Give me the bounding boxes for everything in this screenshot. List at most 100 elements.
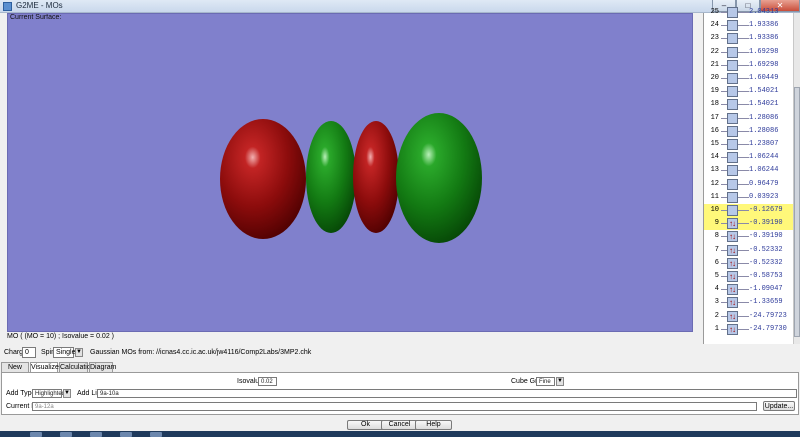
- mo-row[interactable]: 1 ↑↓ -24.79730: [704, 323, 800, 336]
- ok-button[interactable]: Ok: [347, 420, 384, 430]
- mo-connector: [738, 78, 749, 79]
- add-type-dropdown-icon[interactable]: ▼: [63, 389, 71, 398]
- mo-level-box[interactable]: [727, 99, 738, 111]
- mo-list-scrollbar[interactable]: [793, 13, 800, 344]
- mo-row[interactable]: 24 1.93386: [704, 19, 794, 32]
- taskbar-app-icon[interactable]: [30, 432, 42, 437]
- mo-row[interactable]: 5 ↑↓ -0.58753: [704, 270, 800, 283]
- taskbar-app-icon[interactable]: [60, 432, 72, 437]
- orbital-lobe-negative-left: [220, 119, 306, 239]
- mo-level-box[interactable]: ↑↓: [727, 271, 738, 282]
- mo-level-box[interactable]: ↑↓: [727, 231, 738, 243]
- taskbar-app-icon[interactable]: [90, 432, 102, 437]
- current-list-input[interactable]: 9a-12a: [32, 402, 757, 411]
- mo-level-box[interactable]: [727, 59, 738, 71]
- mo-level-box[interactable]: ↑↓: [727, 218, 738, 230]
- window-title: G2ME - MOs: [16, 1, 63, 10]
- mo-energy: -0.12679: [749, 206, 783, 214]
- mo-connector: [738, 91, 749, 93]
- electron-pair-icon: ↑↓: [729, 298, 736, 308]
- mo-level-box[interactable]: [727, 178, 738, 190]
- mo-energy: 1.28086: [749, 126, 779, 135]
- mo-number: 21: [710, 60, 719, 69]
- cancel-button[interactable]: Cancel: [381, 420, 418, 430]
- add-type-select[interactable]: Highlighted: [32, 389, 65, 398]
- mo-row[interactable]: 16 1.28086: [704, 125, 794, 138]
- mo-energy: 1.28086: [749, 113, 779, 122]
- mo-level-box[interactable]: [727, 20, 738, 32]
- mo-level-box[interactable]: [727, 139, 738, 150]
- mo-row[interactable]: 18 1.54021: [704, 98, 794, 111]
- mo-row[interactable]: 19 1.54021: [704, 85, 794, 98]
- mo-connector: [738, 12, 749, 13]
- charge-input[interactable]: 0: [22, 347, 36, 358]
- mo-level-box[interactable]: [727, 73, 738, 84]
- cube-grid-select[interactable]: Fine: [536, 377, 555, 386]
- mo-row[interactable]: 12 0.96479: [704, 178, 800, 191]
- mo-level-box[interactable]: [727, 125, 738, 137]
- cube-grid-dropdown-icon[interactable]: ▼: [556, 377, 564, 386]
- mo-connector: [738, 51, 749, 53]
- mo-number: 12: [710, 179, 719, 188]
- mo-level-box[interactable]: ↑↓: [727, 257, 738, 269]
- taskbar-app-icon[interactable]: [150, 432, 162, 437]
- mo-level-box[interactable]: ↑↓: [727, 284, 738, 296]
- mo-row[interactable]: 15 1.23807: [704, 138, 794, 151]
- help-button[interactable]: Help: [415, 420, 452, 430]
- isovalue-input[interactable]: 0.02: [258, 377, 277, 386]
- mo-row[interactable]: 23 1.93386: [704, 32, 794, 45]
- mo-connector: [738, 210, 749, 211]
- mo-row[interactable]: 11 0.03923: [704, 191, 800, 204]
- mo-level-box[interactable]: [727, 86, 738, 98]
- mo-number: 18: [710, 100, 719, 109]
- mo-row[interactable]: 10 -0.12679: [704, 204, 800, 217]
- tab-calculation[interactable]: Calculation: [59, 362, 95, 372]
- mo-connector: [738, 328, 749, 330]
- mo-row[interactable]: 2 ↑↓ -24.79723: [704, 310, 800, 323]
- tab-diagram[interactable]: Diagram: [89, 362, 116, 372]
- spin-dropdown-icon[interactable]: ▼: [75, 348, 83, 357]
- mo-connector: [738, 196, 749, 198]
- mo-connector: [738, 276, 749, 277]
- mo-row[interactable]: 17 1.28086: [704, 112, 794, 125]
- mo-row[interactable]: 20 1.60449: [704, 72, 794, 85]
- mo-level-box[interactable]: ↑↓: [727, 297, 738, 309]
- mo-row[interactable]: 3 ↑↓ -1.33659: [704, 296, 800, 309]
- mo-energy: 1.93386: [749, 21, 779, 30]
- mo-level-box[interactable]: [727, 46, 738, 58]
- mo-row[interactable]: 13 1.06244: [704, 164, 794, 177]
- mo-number: 17: [710, 113, 719, 122]
- mo-row[interactable]: 7 ↑↓ -0.52332: [704, 244, 800, 257]
- spin-select[interactable]: Singlet: [53, 347, 77, 358]
- mo-viewport[interactable]: Current Surface:: [7, 13, 693, 332]
- mo-row[interactable]: 4 ↑↓ -1.09047: [704, 283, 800, 296]
- mo-row[interactable]: 21 1.69298: [704, 59, 794, 72]
- mo-row[interactable]: 9 ↑↓ -0.39190: [704, 217, 800, 231]
- mo-level-box[interactable]: [727, 33, 738, 45]
- mo-level-box[interactable]: [727, 152, 738, 164]
- mo-level-box[interactable]: [727, 165, 738, 177]
- orbital-lobe-positive-left: [306, 121, 356, 233]
- update-button[interactable]: Update...: [763, 401, 795, 411]
- mo-level-box[interactable]: [727, 205, 738, 216]
- mo-energy-list[interactable]: 25 2.04313 24 1.93386 23 1.93386 22 1.69298 21 1.…: [703, 7, 800, 344]
- add-list-input[interactable]: 9a-10a: [97, 389, 797, 398]
- mo-connector: [738, 236, 749, 238]
- mo-level-box[interactable]: [727, 191, 738, 203]
- mo-energy: -0.58753: [749, 272, 783, 280]
- orbital-lobe-negative-right: [353, 121, 399, 233]
- mo-row[interactable]: 25 2.04313: [704, 6, 794, 19]
- tab-new-mos[interactable]: New MOs: [1, 362, 29, 380]
- scrollbar-thumb[interactable]: [794, 87, 800, 337]
- taskbar-app-icon[interactable]: [120, 432, 132, 437]
- mo-row[interactable]: 22 1.69298: [704, 46, 794, 59]
- mo-row[interactable]: 14 1.06244: [704, 151, 794, 164]
- mo-level-box[interactable]: ↑↓: [727, 244, 738, 256]
- mo-level-box[interactable]: [727, 112, 738, 124]
- mo-row[interactable]: 8 ↑↓ -0.39190: [704, 230, 800, 243]
- mo-level-box[interactable]: ↑↓: [727, 310, 738, 322]
- mo-energy: 1.06244: [749, 166, 779, 175]
- mo-level-box[interactable]: [727, 7, 738, 18]
- mo-level-box[interactable]: ↑↓: [727, 323, 738, 335]
- mo-row[interactable]: 6 ↑↓ -0.52332: [704, 257, 800, 270]
